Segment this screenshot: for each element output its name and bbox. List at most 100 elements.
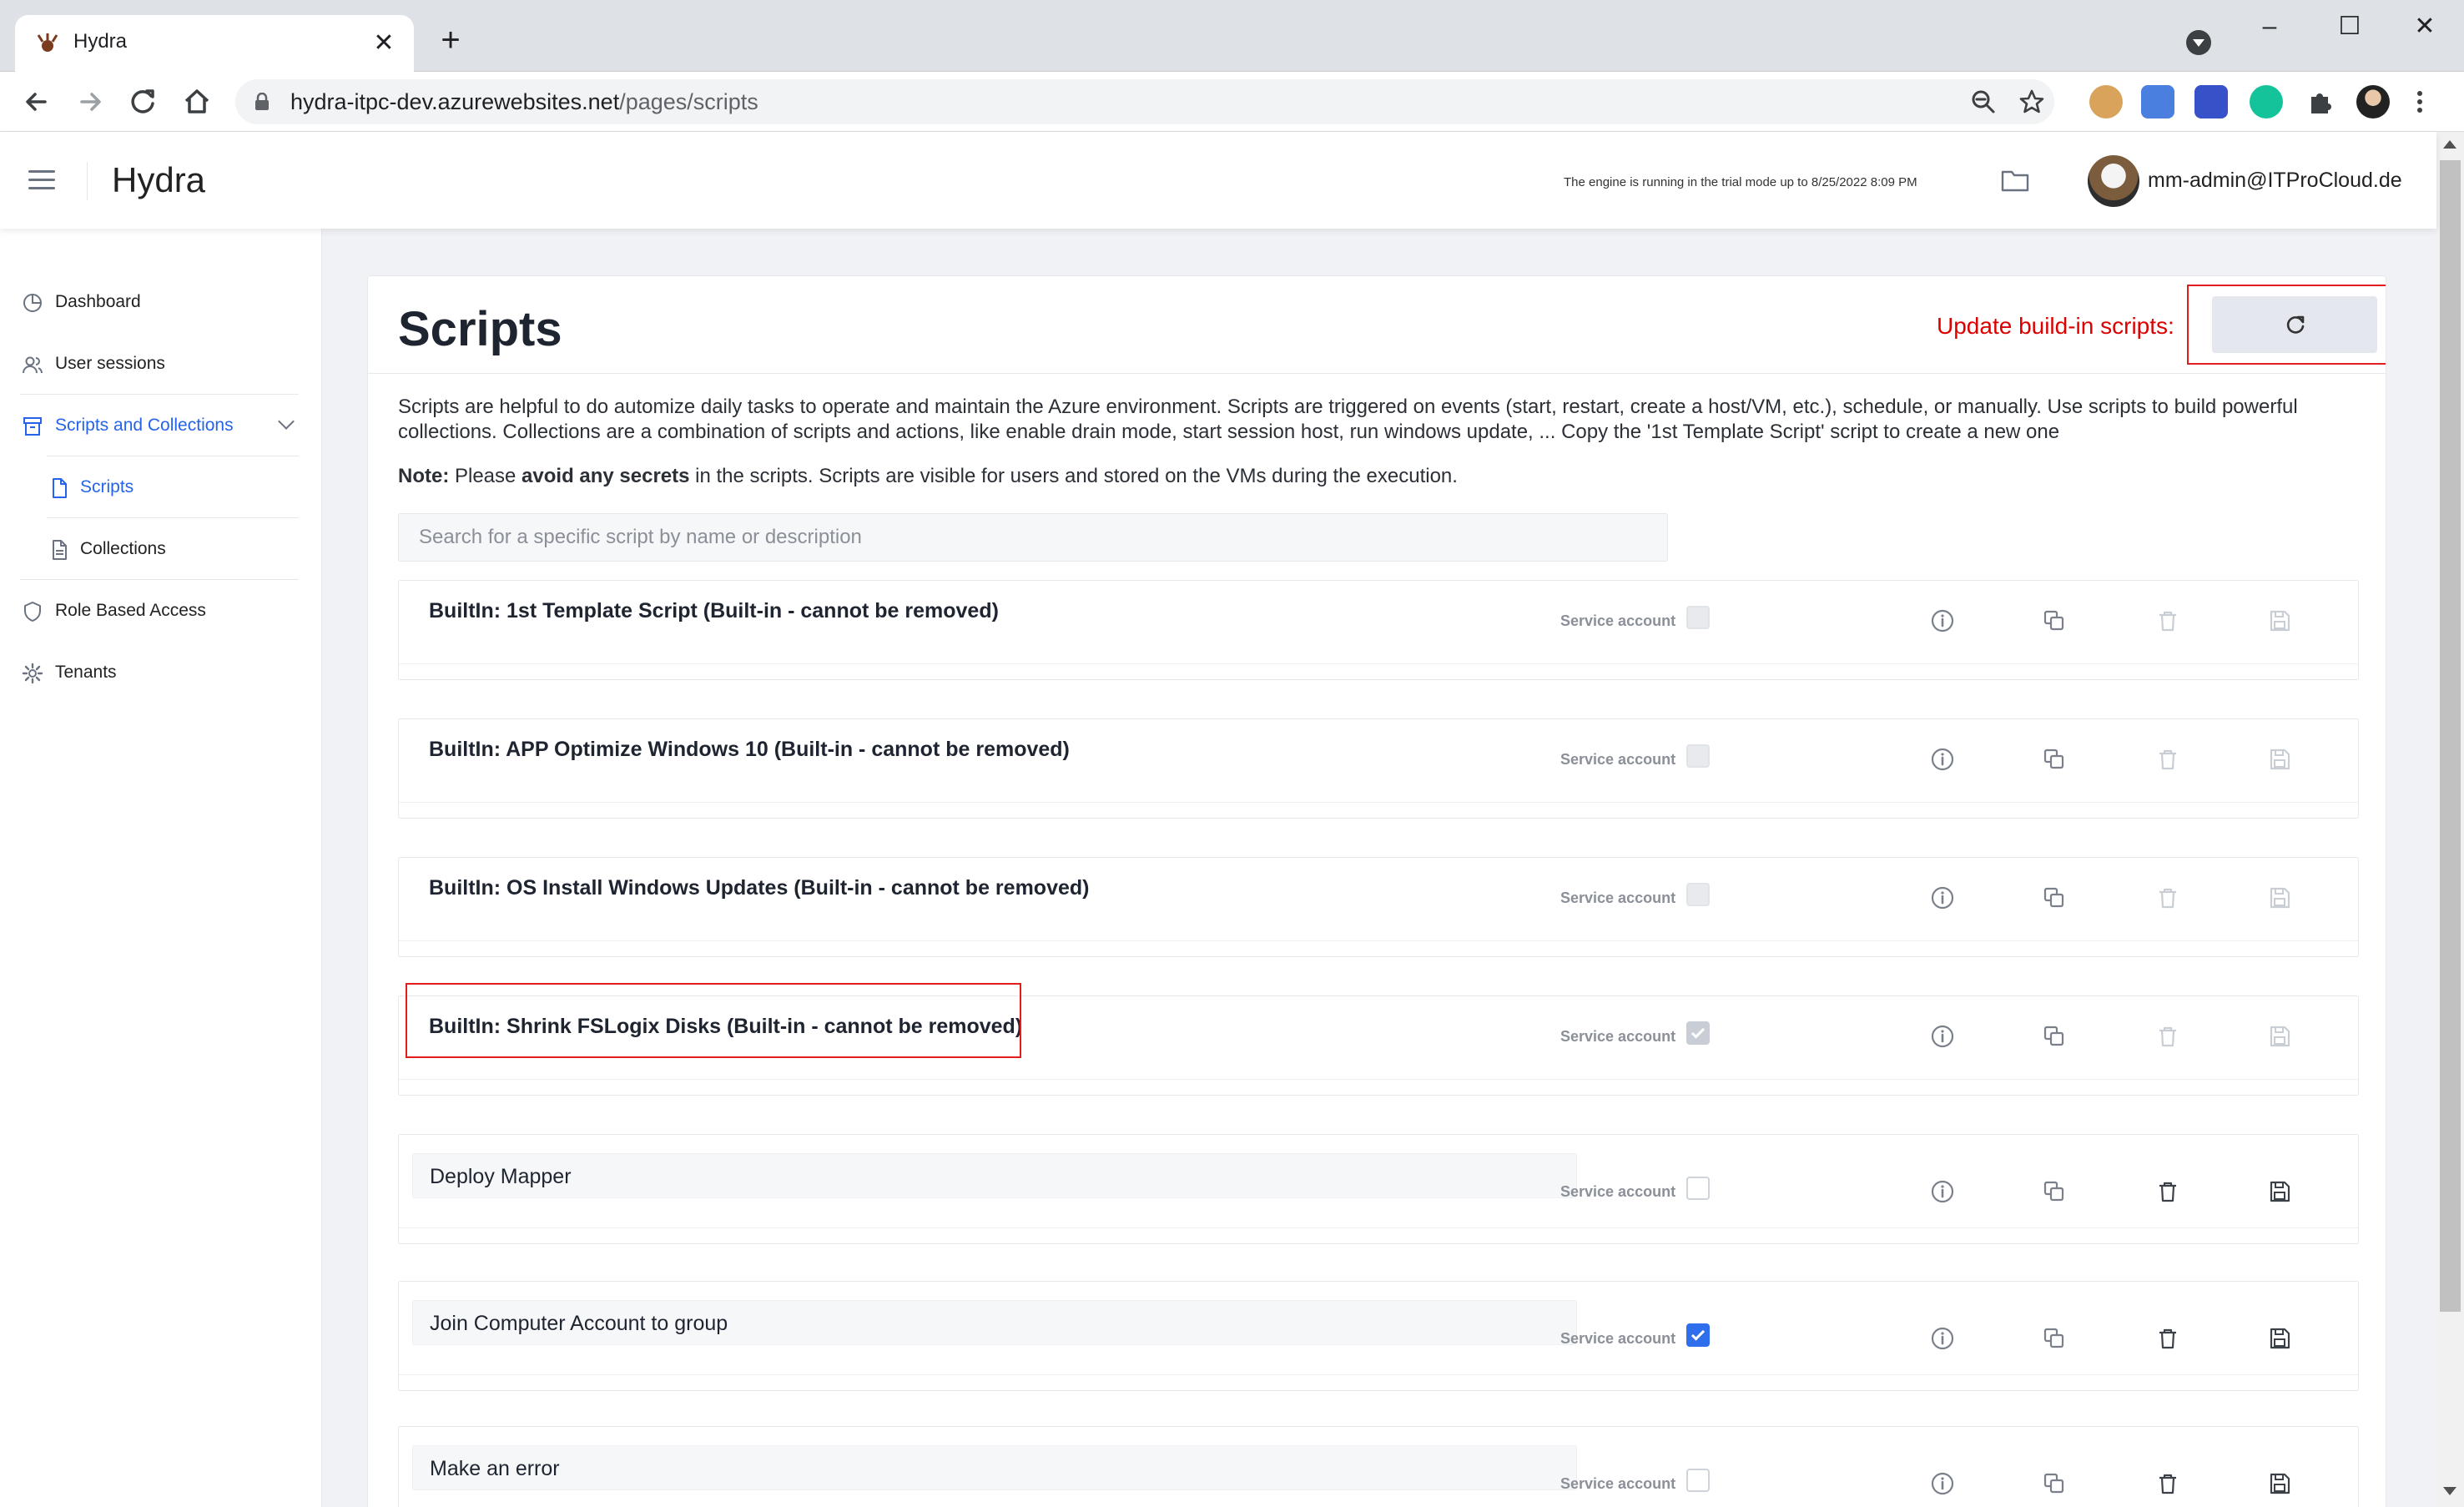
- back-arrow-icon[interactable]: [18, 83, 55, 120]
- browser-toolbar: hydra-itpc-dev.azurewebsites.net/pages/s…: [0, 72, 2464, 132]
- info-icon[interactable]: [1929, 1178, 1956, 1205]
- sidebar-item-tenants[interactable]: Tenants: [0, 643, 300, 703]
- row-divider: [399, 1079, 2358, 1080]
- service-account-checkbox: [1686, 883, 1710, 906]
- copy-icon[interactable]: [2041, 885, 2068, 911]
- info-icon[interactable]: [1929, 607, 1956, 634]
- info-icon[interactable]: [1929, 885, 1956, 911]
- service-account-checkbox[interactable]: [1686, 1323, 1710, 1347]
- service-account-label: Service account: [1560, 1028, 1676, 1045]
- reload-icon[interactable]: [125, 83, 162, 120]
- info-icon[interactable]: [1929, 1023, 1956, 1050]
- sidebar-item-dashboard[interactable]: Dashboard: [0, 272, 300, 332]
- copy-icon[interactable]: [2041, 607, 2068, 634]
- sidebar-item-role-based-access[interactable]: Role Based Access: [0, 581, 300, 641]
- service-account-label: Service account: [1560, 612, 1676, 629]
- hydra-favicon-icon: [37, 33, 58, 52]
- lock-icon: [255, 93, 269, 110]
- folder-icon[interactable]: [2001, 169, 2029, 192]
- file-text-icon: [53, 540, 67, 560]
- script-row: Make an error Service account: [398, 1426, 2359, 1507]
- sidebar-item-label: Scripts: [80, 477, 134, 496]
- save-icon[interactable]: [2266, 1470, 2293, 1497]
- copy-icon[interactable]: [2041, 1178, 2068, 1205]
- script-name: BuiltIn: OS Install Windows Updates (Bui…: [429, 876, 1090, 900]
- window-minimize-button[interactable]: –: [2245, 10, 2295, 43]
- hamburger-menu-icon[interactable]: [28, 170, 55, 190]
- search-input[interactable]: [398, 513, 1668, 562]
- profile-avatar-icon[interactable]: [2356, 85, 2390, 118]
- info-icon[interactable]: [1929, 1325, 1956, 1352]
- script-row: BuiltIn: 1st Template Script (Built-in -…: [398, 580, 2359, 680]
- sidebar-divider: [20, 394, 299, 395]
- page-scrollbar[interactable]: [2436, 132, 2464, 1507]
- tab-close-icon[interactable]: ✕: [365, 25, 402, 62]
- sidebar-item-label: Tenants: [55, 663, 117, 682]
- update-builtin-scripts-button[interactable]: [2212, 296, 2377, 353]
- window-close-button[interactable]: ✕: [2400, 10, 2450, 43]
- service-account-checkbox[interactable]: [1686, 1469, 1710, 1492]
- copy-icon[interactable]: [2041, 1325, 2068, 1352]
- archive-icon: [23, 417, 42, 436]
- row-divider: [399, 1227, 2358, 1228]
- info-icon[interactable]: [1929, 1470, 1956, 1497]
- tab-search-icon[interactable]: [2186, 30, 2211, 55]
- avatar[interactable]: [2088, 155, 2139, 207]
- save-icon[interactable]: [2266, 1178, 2293, 1205]
- cookie-extension-icon[interactable]: [2089, 85, 2123, 118]
- secrets-note: Note: Please avoid any secrets in the sc…: [398, 465, 1458, 487]
- translate-extension-icon[interactable]: [2141, 85, 2174, 118]
- save-icon: [2266, 746, 2293, 773]
- save-icon[interactable]: [2266, 1325, 2293, 1352]
- copy-icon[interactable]: [2041, 1023, 2068, 1050]
- service-account-checkbox: [1686, 744, 1710, 768]
- new-tab-button[interactable]: +: [432, 23, 469, 60]
- browser-tab[interactable]: Hydra ✕: [15, 15, 414, 72]
- sidebar-item-scripts-and-collections[interactable]: Scripts and Collections: [0, 396, 300, 456]
- row-divider: [399, 802, 2358, 803]
- trash-icon: [2154, 746, 2181, 773]
- user-account-name[interactable]: mm-admin@ITProCloud.de: [2148, 169, 2402, 193]
- sidebar-item-label: Scripts and Collections: [55, 416, 234, 435]
- sidebar-item-collections[interactable]: Collections: [0, 519, 300, 579]
- grammarly-extension-icon[interactable]: [2250, 85, 2283, 118]
- script-row: BuiltIn: APP Optimize Windows 10 (Built-…: [398, 718, 2359, 819]
- scrollbar-thumb[interactable]: [2440, 160, 2461, 1312]
- browser-titlebar: Hydra ✕ + – ☐ ✕: [0, 0, 2464, 72]
- grid-extension-icon[interactable]: [2194, 85, 2228, 118]
- trash-icon[interactable]: [2154, 1325, 2181, 1352]
- scroll-up-arrow-icon[interactable]: [2443, 140, 2456, 149]
- window-maximize-button[interactable]: ☐: [2325, 10, 2375, 43]
- extensions-puzzle-icon[interactable]: [2303, 85, 2336, 118]
- trash-icon[interactable]: [2154, 1470, 2181, 1497]
- forward-arrow-icon[interactable]: [72, 83, 108, 120]
- trash-icon[interactable]: [2154, 1178, 2181, 1205]
- save-icon: [2266, 885, 2293, 911]
- zoom-icon[interactable]: [1969, 88, 1998, 116]
- scroll-down-arrow-icon[interactable]: [2443, 1487, 2456, 1495]
- info-icon[interactable]: [1929, 746, 1956, 773]
- script-name: Join Computer Account to group: [430, 1312, 728, 1335]
- copy-icon[interactable]: [2041, 1470, 2068, 1497]
- chevron-down-icon[interactable]: [278, 413, 295, 430]
- script-row: BuiltIn: OS Install Windows Updates (Bui…: [398, 857, 2359, 957]
- script-name-input[interactable]: Deploy Mapper: [412, 1153, 1577, 1198]
- sidebar-item-scripts[interactable]: Scripts: [0, 457, 300, 517]
- script-name: Make an error: [430, 1457, 560, 1480]
- scripts-card: Scripts Update build-in scripts: Scripts…: [367, 275, 2386, 1507]
- bookmark-star-icon[interactable]: [2018, 88, 2046, 116]
- script-name: Deploy Mapper: [430, 1165, 572, 1188]
- script-name-input[interactable]: Make an error: [412, 1445, 1577, 1490]
- gear-icon: [22, 663, 43, 684]
- home-icon[interactable]: [179, 83, 215, 120]
- service-account-label: Service account: [1560, 890, 1676, 906]
- service-account-checkbox[interactable]: [1686, 1177, 1710, 1200]
- main-content: Scripts Update build-in scripts: Scripts…: [322, 229, 2436, 1507]
- sidebar-item-user-sessions[interactable]: User sessions: [0, 334, 300, 394]
- script-name-input[interactable]: Join Computer Account to group: [412, 1300, 1577, 1345]
- save-icon: [2266, 607, 2293, 634]
- address-bar[interactable]: hydra-itpc-dev.azurewebsites.net/pages/s…: [235, 79, 2054, 124]
- copy-icon[interactable]: [2041, 746, 2068, 773]
- pie-chart-icon: [23, 294, 42, 312]
- browser-menu-icon[interactable]: [2411, 85, 2428, 118]
